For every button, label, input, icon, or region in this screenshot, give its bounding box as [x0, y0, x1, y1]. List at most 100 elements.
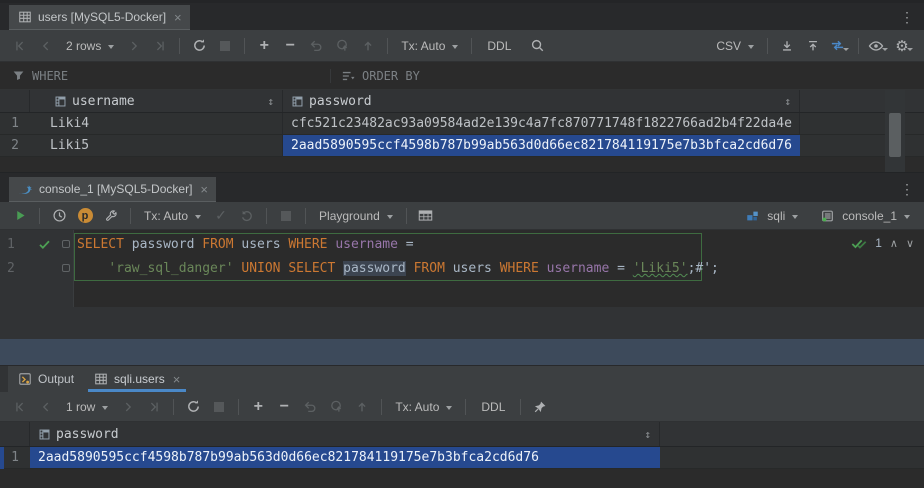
rollback-icon[interactable]: [235, 204, 259, 228]
vertical-scrollbar[interactable]: [885, 90, 905, 172]
sort-icon[interactable]: ↕: [267, 95, 274, 108]
compare-icon[interactable]: [827, 34, 851, 58]
previous-page-icon[interactable]: [34, 395, 58, 419]
ddl-button[interactable]: DDL: [473, 400, 513, 414]
last-page-icon[interactable]: [148, 34, 172, 58]
tab-result-grid[interactable]: sqli.users ×: [84, 366, 190, 392]
column-header-password[interactable]: password ↕: [30, 422, 660, 446]
delete-row-icon[interactable]: −: [272, 395, 296, 419]
sort-icon[interactable]: ↕: [644, 428, 651, 441]
fold-marker-icon[interactable]: [62, 264, 70, 272]
import-data-icon[interactable]: [801, 34, 825, 58]
tab-users-table[interactable]: users [MySQL5-Docker] ×: [9, 5, 190, 30]
export-data-icon[interactable]: [775, 34, 799, 58]
settings-gear-icon[interactable]: ⚙: [892, 34, 916, 58]
revert-icon[interactable]: [304, 34, 328, 58]
parameters-icon[interactable]: p: [73, 204, 97, 228]
inspection-widget: 1 ∧ ∨: [851, 236, 914, 250]
previous-page-icon[interactable]: [34, 34, 58, 58]
cell-password-selected[interactable]: 2aad5890595ccf4598b787b99ab563d0d66ec821…: [283, 135, 800, 156]
column-icon: [38, 428, 51, 441]
sort-icon[interactable]: ↕: [784, 95, 791, 108]
close-icon[interactable]: ×: [174, 10, 182, 25]
where-filter[interactable]: WHERE: [0, 69, 330, 83]
next-page-icon[interactable]: [122, 34, 146, 58]
close-icon[interactable]: ×: [200, 182, 208, 197]
cell-username[interactable]: Liki4: [30, 113, 283, 134]
column-header-password[interactable]: password ↕: [283, 90, 800, 112]
first-page-icon[interactable]: [8, 34, 32, 58]
table-row[interactable]: 1 2aad5890595ccf4598b787b99ab563d0d66ec8…: [0, 447, 924, 469]
execute-play-icon[interactable]: [8, 204, 32, 228]
table-row[interactable]: 1 Liki4 cfc521c23482ac93a09584ad2e139c4a…: [0, 113, 924, 135]
tab-result-label: sqli.users: [114, 372, 165, 386]
table-row[interactable]: 2 Liki5 2aad5890595ccf4598b787b99ab563d0…: [0, 135, 924, 157]
fold-marker-icon[interactable]: [62, 240, 70, 248]
stop-icon[interactable]: [207, 395, 231, 419]
cell-password[interactable]: cfc521c23482ac93a09584ad2e139c4a7fc87077…: [283, 113, 800, 134]
code-line[interactable]: SELECT password FROM users WHERE usernam…: [77, 233, 414, 257]
output-icon: [18, 372, 32, 386]
where-label: WHERE: [32, 69, 68, 83]
output-layout-icon[interactable]: [414, 204, 438, 228]
schema-switcher[interactable]: sqli: [741, 209, 804, 223]
statement-success-check-icon: [38, 238, 51, 251]
revert-icon[interactable]: [298, 395, 322, 419]
commit-icon[interactable]: [330, 34, 354, 58]
close-icon[interactable]: ×: [173, 372, 181, 387]
stop-icon[interactable]: [274, 204, 298, 228]
refresh-icon[interactable]: [181, 395, 205, 419]
playground-dropdown[interactable]: Playground: [313, 209, 399, 223]
previous-result-icon[interactable]: ∧: [890, 237, 898, 250]
line-number: 1: [7, 233, 21, 257]
export-format-dropdown[interactable]: CSV: [710, 39, 760, 53]
delete-row-icon[interactable]: −: [278, 34, 302, 58]
tx-mode-dropdown[interactable]: Tx: Auto: [395, 39, 464, 53]
mysql-dolphin-icon: [18, 183, 33, 196]
more-options-icon[interactable]: ⋮: [900, 9, 924, 30]
ddl-button[interactable]: DDL: [479, 39, 519, 53]
table-icon: [94, 372, 108, 386]
tab-users-label: users [MySQL5-Docker]: [38, 10, 166, 24]
tx-mode-dropdown[interactable]: Tx: Auto: [138, 209, 207, 223]
order-by-filter[interactable]: ORDER BY: [330, 69, 924, 83]
page-size-dropdown[interactable]: 1 row: [60, 400, 114, 414]
upload-dml-icon[interactable]: [356, 34, 380, 58]
tab-output[interactable]: Output: [8, 366, 84, 392]
sql-editor[interactable]: 1 2 SELECT password FROM users WHERE use…: [0, 230, 924, 307]
splitter-band[interactable]: [0, 339, 924, 365]
console-panel-footer: [0, 307, 924, 339]
upload-dml-icon[interactable]: [350, 395, 374, 419]
history-clock-icon[interactable]: [47, 204, 71, 228]
add-row-icon[interactable]: +: [246, 395, 270, 419]
scrollbar-thumb[interactable]: [889, 113, 901, 157]
first-page-icon[interactable]: [8, 395, 32, 419]
commit-check-icon[interactable]: ✓: [209, 204, 233, 228]
chevron-down-icon: [102, 406, 108, 410]
tx-mode-dropdown[interactable]: Tx: Auto: [389, 400, 458, 414]
code-line[interactable]: 'raw_sql_danger' UNION SELECT password F…: [77, 257, 719, 281]
editor-gutter: 1 2: [0, 230, 74, 307]
stop-icon[interactable]: [213, 34, 237, 58]
add-row-icon[interactable]: +: [252, 34, 276, 58]
cell-username[interactable]: Liki5: [30, 135, 283, 156]
column-header-username[interactable]: username ↕: [30, 90, 283, 112]
view-options-icon[interactable]: [866, 34, 890, 58]
settings-wrench-icon[interactable]: [99, 204, 123, 228]
tab-console[interactable]: console_1 [MySQL5-Docker] ×: [9, 177, 216, 202]
tab-console-label: console_1 [MySQL5-Docker]: [39, 182, 192, 196]
page-size-dropdown[interactable]: 2 rows: [60, 39, 120, 53]
tab-output-label: Output: [38, 372, 74, 386]
next-result-icon[interactable]: ∨: [906, 237, 914, 250]
commit-icon[interactable]: [324, 395, 348, 419]
refresh-icon[interactable]: [187, 34, 211, 58]
more-options-icon[interactable]: ⋮: [900, 181, 924, 202]
search-icon[interactable]: [525, 34, 549, 58]
cell-password-selected[interactable]: 2aad5890595ccf4598b787b99ab563d0d66ec821…: [30, 447, 660, 468]
pin-icon[interactable]: [528, 395, 552, 419]
chevron-down-icon: [907, 48, 913, 51]
next-page-icon[interactable]: [116, 395, 140, 419]
last-page-icon[interactable]: [142, 395, 166, 419]
session-switcher[interactable]: console_1: [816, 209, 916, 223]
users-tab-bar: users [MySQL5-Docker] × ⋮: [0, 0, 924, 30]
